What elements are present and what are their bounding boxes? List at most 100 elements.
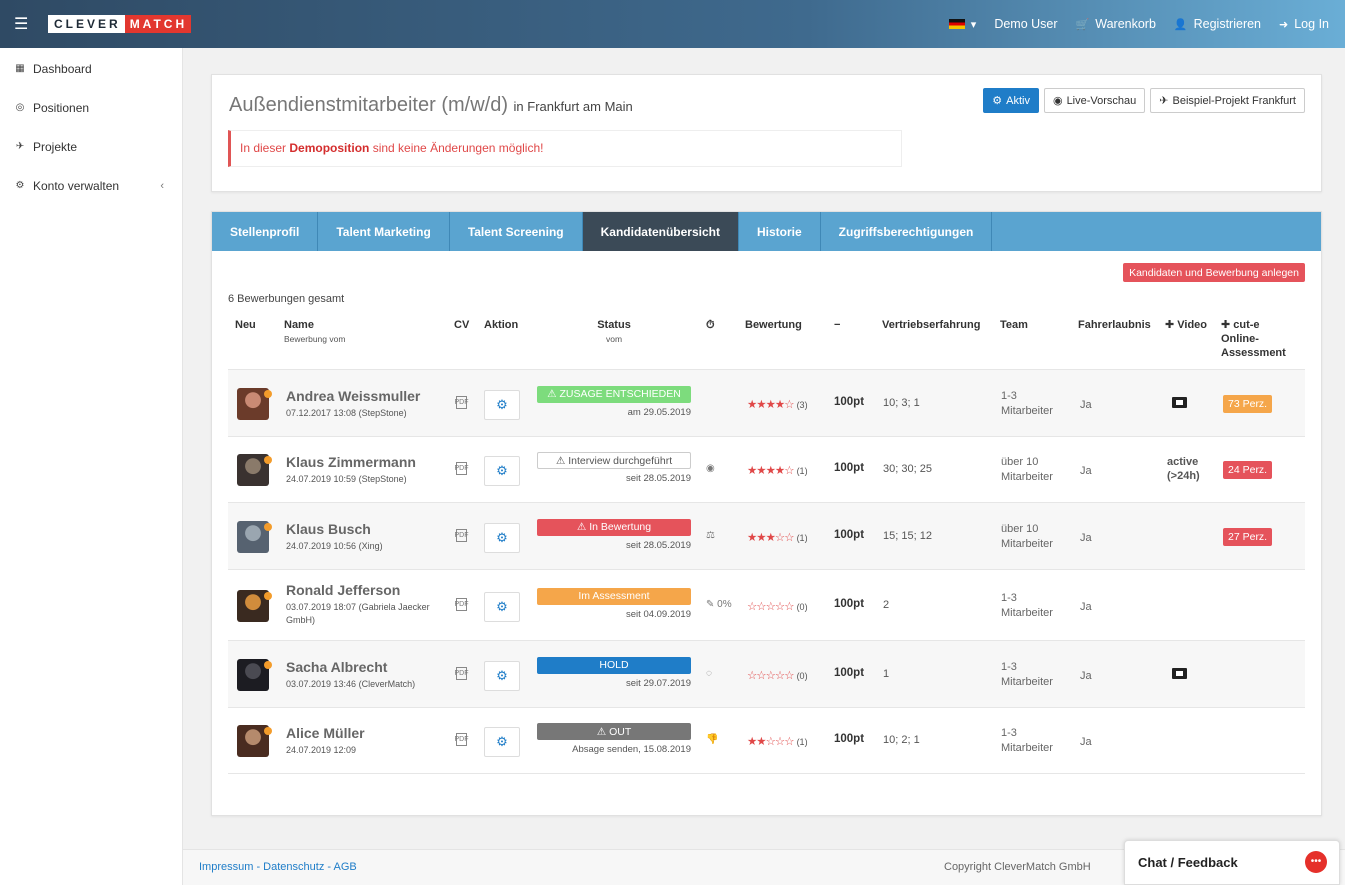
col-header-cv: CV	[454, 319, 470, 331]
rating-stars[interactable]: ☆☆☆☆☆ (0)	[747, 668, 808, 682]
login-link[interactable]: ➜ Log In	[1270, 17, 1345, 31]
logo-match: MATCH	[124, 15, 192, 33]
copyright: Copyright CleverMatch GmbH	[944, 861, 1091, 873]
vertriebserfahrung-value: 10; 2; 1	[883, 734, 920, 746]
table-row[interactable]: Alice Müller 24.07.2019 12:09 PDF ⚙ ⚠ OUT Abs…	[228, 707, 1305, 773]
status-badge[interactable]: Im Assessment	[537, 587, 691, 605]
candidate-name[interactable]: Klaus Busch	[286, 521, 371, 537]
status-badge[interactable]: HOLD	[537, 656, 691, 674]
fahrerlaubnis-value: Ja	[1080, 736, 1092, 748]
pdf-icon[interactable]: PDF	[455, 462, 469, 475]
col-header-minus[interactable]: −	[834, 318, 840, 332]
candidate-name[interactable]: Ronald Jefferson	[286, 582, 400, 598]
fahrerlaubnis-value: Ja	[1080, 465, 1092, 477]
live-preview-button[interactable]: ◉ Live-Vorschau	[1043, 88, 1146, 113]
table-row[interactable]: Klaus Busch 24.07.2019 10:56 (Xing) PDF ⚙ ⚠ …	[228, 502, 1305, 569]
pdf-icon[interactable]: PDF	[455, 395, 469, 409]
add-candidate-button[interactable]: Kandidaten und Bewerbung anlegen	[1123, 263, 1305, 282]
candidate-name[interactable]: Sacha Albrecht	[286, 659, 387, 675]
chat-feedback-widget[interactable]: Chat / Feedback •••	[1124, 840, 1340, 885]
action-gears-button[interactable]: ⚙	[484, 660, 520, 691]
col-header-team[interactable]: Team	[1000, 318, 1028, 332]
pdf-icon[interactable]: PDF	[455, 528, 469, 542]
chevron-left-icon: ‹	[160, 179, 164, 192]
team-value: 1-3 Mitarbeiter	[1001, 660, 1053, 688]
points: 100pt	[834, 733, 865, 745]
status-since: seit 29.07.2019	[626, 677, 691, 689]
col-header-vertriebserfahrung[interactable]: Vertriebserfahrung	[882, 318, 980, 332]
assessment-badge[interactable]: 73 Perz.	[1223, 394, 1273, 413]
footer-links[interactable]: Impressum - Datenschutz - AGB	[199, 861, 357, 873]
chat-bubble-icon: •••	[1305, 851, 1327, 873]
action-gears-button[interactable]: ⚙	[484, 389, 520, 420]
cart-link[interactable]: 🛒 Warenkorb	[1067, 17, 1165, 31]
header-buttons: ⚙ Aktiv ◉ Live-Vorschau ✈ Beispiel-Projekt …	[983, 88, 1305, 113]
assessment-badge[interactable]: 24 Perz.	[1223, 461, 1273, 479]
candidate-name[interactable]: Andrea Weissmuller	[286, 388, 420, 404]
status-label: ⚠ OUT	[596, 725, 632, 738]
sidebar-item-label: Dashboard	[33, 61, 92, 76]
table-row[interactable]: Ronald Jefferson 03.07.2019 18:07 (Gabrie…	[228, 569, 1305, 640]
col-header-fahrerlaubnis[interactable]: Fahrerlaubnis	[1078, 318, 1151, 332]
tab-talent-marketing[interactable]: Talent Marketing	[318, 212, 450, 251]
position-location: in Frankfurt am Main	[513, 99, 633, 114]
pdf-icon[interactable]: PDF	[455, 733, 469, 746]
col-name-sub: Bewerbung vom	[284, 334, 346, 344]
candidate-name[interactable]: Klaus Zimmermann	[286, 454, 416, 470]
col-header-aktion: Aktion	[484, 319, 519, 331]
col-header-status[interactable]: Status vom	[537, 318, 691, 346]
table-row[interactable]: Klaus Zimmermann 24.07.2019 10:59 (StepSt…	[228, 436, 1305, 502]
status-badge[interactable]: ⚠ ZUSAGE ENTSCHIEDEN	[537, 385, 691, 403]
rating-stars[interactable]: ☆☆☆☆☆ (0)	[747, 599, 808, 613]
register-link[interactable]: 👤 Registrieren	[1165, 17, 1270, 31]
table-row[interactable]: Sacha Albrecht 03.07.2019 13:46 (CleverMa…	[228, 640, 1305, 707]
status-label: ⚠ In Bewertung	[576, 521, 652, 533]
clevermatch-logo[interactable]: CLEVER MATCH	[48, 15, 192, 33]
active-button[interactable]: ⚙ Aktiv	[983, 88, 1039, 113]
state-icon: ⚖	[706, 529, 715, 541]
col-header-video[interactable]: ✚ Video	[1165, 318, 1207, 332]
tab-kandidatenuebersicht[interactable]: Kandidatenübersicht	[582, 212, 739, 251]
pdf-icon[interactable]: PDF	[455, 666, 469, 680]
user-menu[interactable]: Demo User	[985, 17, 1066, 31]
team-value: über 10 Mitarbeiter	[1001, 456, 1053, 483]
application-date: 24.07.2019 10:59 (StepStone)	[286, 474, 407, 484]
assessment-badge[interactable]: 27 Perz.	[1223, 527, 1273, 546]
tab-historie[interactable]: Historie	[739, 212, 821, 251]
status-badge[interactable]: ⚠ OUT	[537, 723, 691, 740]
candidate-name[interactable]: Alice Müller	[286, 725, 365, 741]
action-gears-button[interactable]: ⚙	[484, 522, 520, 553]
table-row[interactable]: Andrea Weissmuller 07.12.2017 13:08 (Step…	[228, 369, 1305, 436]
rating-stars[interactable]: ★★★★☆ (3)	[747, 397, 808, 411]
video-film-icon[interactable]	[1172, 396, 1187, 408]
rating-stars[interactable]: ★★★★☆ (1)	[747, 463, 808, 477]
col-header-bewertung[interactable]: Bewertung	[745, 318, 802, 332]
tab-zugriffsberechtigungen[interactable]: Zugriffsberechtigungen	[821, 212, 993, 251]
status-badge[interactable]: ⚠ Interview durchgeführt	[537, 452, 691, 469]
col-header-cut-e[interactable]: ✚ cut-e Online-Assessment	[1221, 318, 1293, 360]
points: 100pt	[834, 462, 865, 474]
sidebar-item-positionen[interactable]: ◎ Positionen	[0, 88, 182, 127]
action-gears-button[interactable]: ⚙	[484, 591, 520, 622]
hamburger-menu-icon[interactable]: ☰	[14, 14, 28, 34]
action-gears-button[interactable]: ⚙	[484, 456, 520, 486]
rating-stars[interactable]: ★★☆☆☆ (1)	[747, 734, 808, 748]
pdf-icon[interactable]: PDF	[455, 597, 469, 611]
col-name-label: Name	[284, 319, 314, 331]
application-date: 07.12.2017 13:08 (StepStone)	[286, 407, 407, 418]
action-gears-button[interactable]: ⚙	[484, 727, 520, 757]
example-project-button[interactable]: ✈ Beispiel-Projekt Frankfurt	[1150, 88, 1305, 113]
status-badge[interactable]: ⚠ In Bewertung	[537, 518, 691, 536]
rating-stars[interactable]: ★★★☆☆ (1)	[747, 530, 808, 544]
user-name: Demo User	[994, 17, 1058, 31]
tab-talent-screening[interactable]: Talent Screening	[450, 212, 583, 251]
status-since: am 29.05.2019	[627, 406, 691, 418]
sidebar-item-konto-verwalten[interactable]: ⚙ Konto verwalten ‹	[0, 166, 182, 205]
video-film-icon[interactable]	[1172, 667, 1187, 679]
col-header-name[interactable]: Name Bewerbung vom	[284, 318, 345, 346]
caret-down-icon: ▾	[970, 18, 977, 31]
tab-stellenprofil[interactable]: Stellenprofil	[212, 212, 319, 251]
sidebar-item-projekte[interactable]: ✈ Projekte	[0, 127, 182, 166]
sidebar-item-dashboard[interactable]: ▦ Dashboard	[0, 49, 182, 88]
language-selector[interactable]: ▾	[940, 18, 986, 31]
